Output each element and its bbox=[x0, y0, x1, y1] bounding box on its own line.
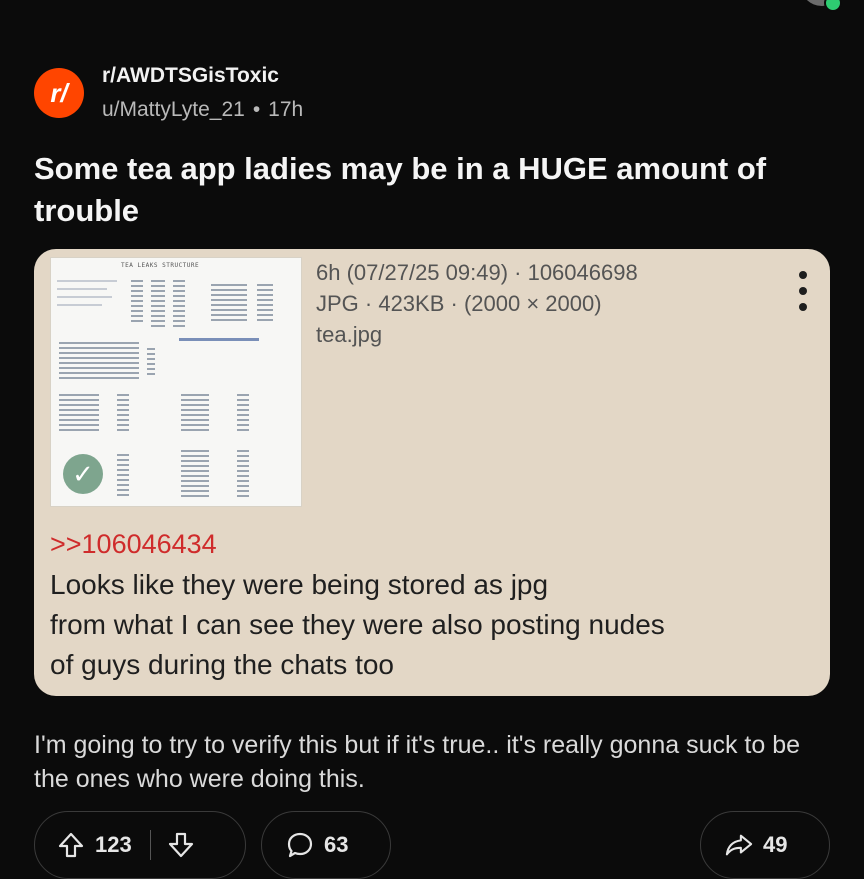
comment-bubble-icon bbox=[286, 831, 314, 859]
file-info: JPG · 423KB · (2000 × 2000) bbox=[316, 291, 602, 316]
reply-link[interactable]: >>106046434 bbox=[50, 529, 217, 560]
subreddit-name[interactable]: r/AWDTSGisToxic bbox=[102, 64, 279, 88]
quote-line: of guys during the chats too bbox=[50, 649, 394, 680]
comment-count: 63 bbox=[324, 832, 349, 857]
thumbnail-caption: TEA LEAKS STRUCTURE bbox=[121, 262, 200, 269]
quote-line: Looks like they were being stored as jpg bbox=[50, 569, 549, 600]
file-name[interactable]: tea.jpg bbox=[316, 319, 638, 350]
subreddit-icon-text: r/ bbox=[50, 77, 68, 108]
comments-button[interactable]: 63 bbox=[261, 811, 391, 879]
online-status-indicator bbox=[824, 0, 842, 12]
upvote-count: 123 bbox=[95, 832, 132, 857]
share-arrow-icon bbox=[725, 831, 753, 859]
post-meta: u/MattyLyte_21 • 17h bbox=[102, 98, 303, 122]
post-body: I'm going to try to verify this but if i… bbox=[34, 731, 801, 793]
vote-bar: 123 bbox=[34, 811, 246, 879]
vote-divider bbox=[149, 830, 151, 860]
kebab-menu-icon[interactable] bbox=[798, 271, 808, 311]
share-count: 49 bbox=[763, 832, 788, 857]
image-card[interactable]: TEA LEAKS STRUCTURE ✓ 6h (07/27/25 09:49… bbox=[34, 249, 830, 696]
check-icon: ✓ bbox=[63, 454, 103, 494]
file-meta: 6h (07/27/25 09:49) · 106046698 JPG · 42… bbox=[316, 257, 638, 350]
quote-line: from what I can see they were also posti… bbox=[50, 609, 665, 640]
subreddit-icon[interactable]: r/ bbox=[34, 68, 84, 118]
arrow-up-icon[interactable] bbox=[57, 831, 85, 859]
post-timestamp-id: 6h (07/27/25 09:49) · 106046698 bbox=[316, 260, 638, 285]
image-thumbnail[interactable]: TEA LEAKS STRUCTURE ✓ bbox=[50, 257, 302, 507]
post-age: 17h bbox=[268, 98, 304, 121]
quoted-text: Looks like they were being stored as jpg… bbox=[50, 565, 820, 685]
author-name[interactable]: u/MattyLyte_21 bbox=[102, 98, 245, 121]
post-title[interactable]: Some tea app ladies may be in a HUGE amo… bbox=[34, 148, 824, 232]
share-button[interactable]: 49 bbox=[700, 811, 830, 879]
meta-separator: • bbox=[252, 98, 261, 121]
arrow-down-icon[interactable] bbox=[167, 831, 195, 859]
